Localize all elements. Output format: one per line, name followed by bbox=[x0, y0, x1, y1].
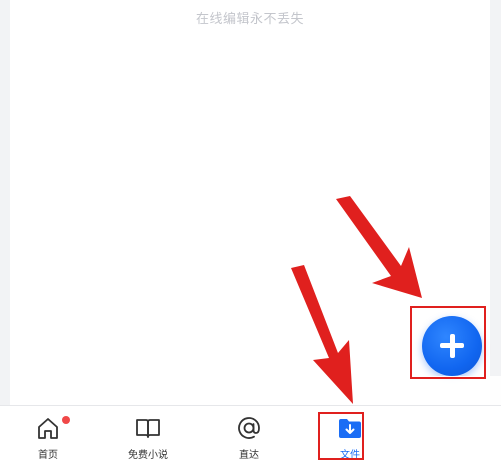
at-sign-icon bbox=[238, 417, 260, 439]
tab-home-label: 首页 bbox=[38, 450, 58, 460]
book-icon bbox=[136, 419, 160, 438]
fab-highlight-box bbox=[410, 306, 486, 379]
tab-direct-label: 直达 bbox=[239, 450, 259, 460]
tab-home[interactable]: 首页 bbox=[18, 406, 78, 460]
notification-dot bbox=[62, 416, 70, 424]
bottom-tab-bar: 首页 免费小说 直达 文件 bbox=[0, 405, 501, 460]
tab-direct[interactable]: 直达 bbox=[219, 406, 279, 460]
screen: 在线编辑永不丢失 首页 免费小说 直达 文件 bbox=[0, 0, 501, 460]
hint-text: 在线编辑永不丢失 bbox=[195, 12, 304, 27]
files-tab-highlight-box bbox=[318, 412, 364, 460]
home-icon bbox=[38, 418, 58, 439]
tab-free-novels[interactable]: 免费小说 bbox=[118, 406, 178, 460]
tab-free-novels-label: 免费小说 bbox=[128, 450, 168, 460]
